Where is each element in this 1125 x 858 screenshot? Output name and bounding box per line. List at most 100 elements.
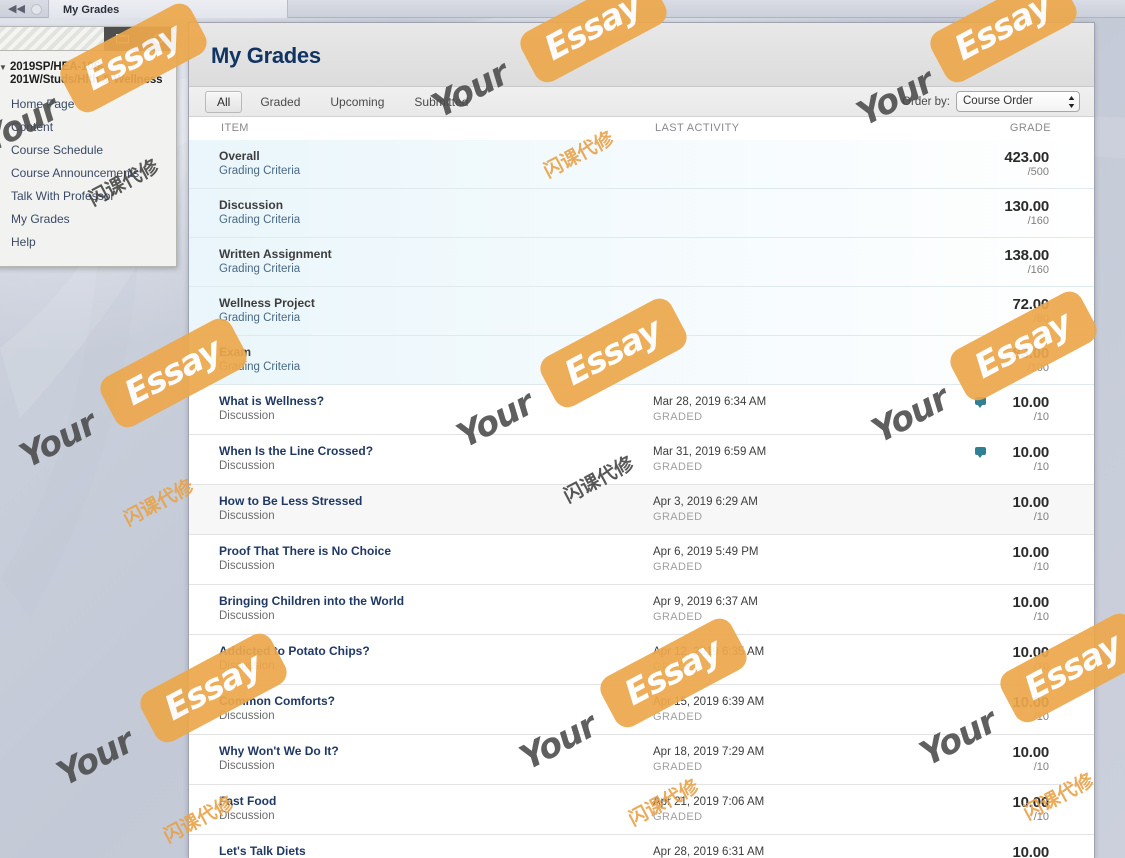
- table-row[interactable]: Proof That There is No Choice Discussion A…: [189, 535, 1094, 585]
- sidebar-item-course-announcements[interactable]: Course Announcements: [0, 162, 176, 185]
- table-row[interactable]: Written Assignment Grading Criteria 138.00…: [189, 238, 1094, 287]
- course-title: 2019SP/HEA-106-201W/Studs/Hlth & Wellnes…: [10, 61, 163, 86]
- page-title: My Grades: [211, 43, 321, 68]
- tab-graded[interactable]: Graded: [248, 91, 312, 113]
- grade-value: 10.00: [1012, 544, 1049, 561]
- nav-item-list: Home Page Content Course Schedule Course An…: [0, 93, 176, 254]
- item-title[interactable]: When Is the Line Crossed?: [219, 444, 653, 459]
- comment-bubble-icon[interactable]: [975, 397, 986, 408]
- order-by-select[interactable]: Course Order: [956, 91, 1080, 112]
- reload-icon[interactable]: [30, 3, 42, 15]
- last-activity-date: Apr 6, 2019 5:49 PM: [653, 546, 759, 558]
- course-title-row[interactable]: ▼ 2019SP/HEA-106-201W/Studs/Hlth & Welln…: [0, 61, 176, 87]
- refresh-icon[interactable]: [152, 32, 165, 47]
- grade-value: 10.00: [1012, 744, 1049, 761]
- sidebar-item-help[interactable]: Help: [0, 231, 176, 254]
- grading-criteria-link[interactable]: Grading Criteria: [219, 164, 653, 179]
- grade-value: 10.00: [1012, 844, 1049, 858]
- table-row[interactable]: Wellness Project Grading Criteria 72.00/80: [189, 287, 1094, 336]
- item-title[interactable]: Exam: [219, 345, 653, 360]
- table-row[interactable]: Why Won't We Do It? Discussion Apr 18, 201…: [189, 735, 1094, 785]
- item-title[interactable]: Wellness Project: [219, 296, 653, 311]
- grading-criteria-link[interactable]: Grading Criteria: [219, 360, 653, 375]
- folder-glyph: [115, 33, 129, 43]
- table-row[interactable]: Common Comforts? Discussion Apr 15, 2019 6…: [189, 685, 1094, 735]
- order-by-label: Order by:: [902, 95, 950, 108]
- table-row[interactable]: Fast Food Discussion Apr 21, 2019 7:06 AM G…: [189, 785, 1094, 835]
- cell-item: Fast Food Discussion: [189, 794, 653, 824]
- item-title[interactable]: Common Comforts?: [219, 694, 653, 709]
- grade-value: 130.00: [1004, 198, 1049, 215]
- sidebar-item-content[interactable]: Content: [0, 116, 176, 139]
- item-title[interactable]: Let's Talk Diets: [219, 844, 653, 858]
- sidebar-item-home-page[interactable]: Home Page: [0, 93, 176, 116]
- item-title[interactable]: Addicted to Potato Chips?: [219, 644, 653, 659]
- filter-toolbar: All Graded Upcoming Submitted Order by: Cou…: [189, 87, 1094, 117]
- item-title[interactable]: Overall: [219, 149, 653, 164]
- cell-last-activity: Apr 6, 2019 5:49 PM GRADED: [653, 544, 953, 575]
- last-activity-date: Apr 15, 2019 6:39 AM: [653, 696, 765, 708]
- item-title[interactable]: How to Be Less Stressed: [219, 494, 653, 509]
- tab-submitted[interactable]: Submitted: [402, 91, 480, 113]
- nav-panel-header: [0, 27, 176, 51]
- table-row[interactable]: How to Be Less Stressed Discussion Apr 3, …: [189, 485, 1094, 535]
- back-icon[interactable]: ◀◀: [8, 0, 25, 18]
- cell-item: How to Be Less Stressed Discussion: [189, 494, 653, 524]
- table-row[interactable]: Let's Talk DietsDiscussionApr 28, 2019 6…: [189, 835, 1094, 858]
- table-row[interactable]: Exam Grading Criteria 83.00/100: [189, 336, 1094, 385]
- cell-last-activity: Mar 31, 2019 6:59 AM GRADED: [653, 444, 953, 475]
- item-title[interactable]: What is Wellness?: [219, 394, 653, 409]
- cell-grade: 423.00/500: [953, 149, 1063, 179]
- table-column-headers: ITEM LAST ACTIVITY GRADE: [189, 117, 1094, 140]
- browser-tab[interactable]: My Grades: [48, 0, 288, 18]
- item-title[interactable]: Written Assignment: [219, 247, 653, 262]
- cell-item: What is Wellness? Discussion: [189, 394, 653, 424]
- tab-upcoming[interactable]: Upcoming: [318, 91, 396, 113]
- grade-total: /10: [1033, 461, 1049, 473]
- grading-criteria-link[interactable]: Grading Criteria: [219, 213, 653, 228]
- grading-criteria-link[interactable]: Grading Criteria: [219, 311, 653, 326]
- cell-item: Overall Grading Criteria: [189, 149, 653, 179]
- item-title[interactable]: Fast Food: [219, 794, 653, 809]
- sidebar-item-course-schedule[interactable]: Course Schedule: [0, 139, 176, 162]
- cell-grade: 10.00/10: [953, 394, 1063, 424]
- cell-last-activity: [653, 149, 953, 150]
- comment-bubble-icon[interactable]: [975, 447, 986, 458]
- sidebar-item-my-grades[interactable]: My Grades: [0, 208, 176, 231]
- cell-grade: 10.00/10: [953, 794, 1063, 824]
- table-row[interactable]: Discussion Grading Criteria 130.00/160: [189, 189, 1094, 238]
- item-title[interactable]: Bringing Children into the World: [219, 594, 653, 609]
- folder-icon[interactable]: [115, 33, 129, 46]
- grade-value: 138.00: [1004, 247, 1049, 264]
- table-row[interactable]: What is Wellness? Discussion Mar 28, 2019 …: [189, 385, 1094, 435]
- last-activity-date: Mar 31, 2019 6:59 AM: [653, 446, 767, 458]
- status-badge: GRADED: [653, 711, 703, 723]
- table-row[interactable]: Bringing Children into the World Discussi…: [189, 585, 1094, 635]
- grade-total: /80: [1033, 313, 1049, 325]
- item-subtitle: Discussion: [219, 510, 275, 522]
- last-activity-date: Apr 21, 2019 7:06 AM: [653, 796, 765, 808]
- column-header-last-activity: LAST ACTIVITY: [655, 122, 740, 134]
- status-badge: GRADED: [653, 661, 703, 673]
- cell-grade: 10.00/10: [953, 744, 1063, 774]
- tab-all[interactable]: All: [205, 90, 243, 113]
- grading-criteria-link[interactable]: Grading Criteria: [219, 262, 653, 277]
- chevron-down-icon[interactable]: ▼: [0, 61, 10, 87]
- grade-total: /10: [1033, 761, 1049, 773]
- cell-item: Why Won't We Do It? Discussion: [189, 744, 653, 774]
- table-row[interactable]: When Is the Line Crossed? Discussion Mar 3…: [189, 435, 1094, 485]
- table-row[interactable]: Addicted to Potato Chips? Discussion Apr 1…: [189, 635, 1094, 685]
- item-title[interactable]: Discussion: [219, 198, 653, 213]
- grade-value: 423.00: [1004, 149, 1049, 166]
- item-subtitle: Discussion: [219, 610, 275, 622]
- item-subtitle: Discussion: [219, 410, 275, 422]
- table-row[interactable]: Overall Grading Criteria 423.00/500: [189, 140, 1094, 189]
- grade-total: /10: [1033, 561, 1049, 573]
- status-badge: GRADED: [653, 611, 703, 623]
- last-activity-date: Mar 28, 2019 6:34 AM: [653, 396, 767, 408]
- cell-last-activity: Mar 28, 2019 6:34 AM GRADED: [653, 394, 953, 425]
- item-title[interactable]: Why Won't We Do It?: [219, 744, 653, 759]
- tab-label: Upcoming: [330, 94, 385, 109]
- sidebar-item-talk-with-professor[interactable]: Talk With Professor: [0, 185, 176, 208]
- item-title[interactable]: Proof That There is No Choice: [219, 544, 653, 559]
